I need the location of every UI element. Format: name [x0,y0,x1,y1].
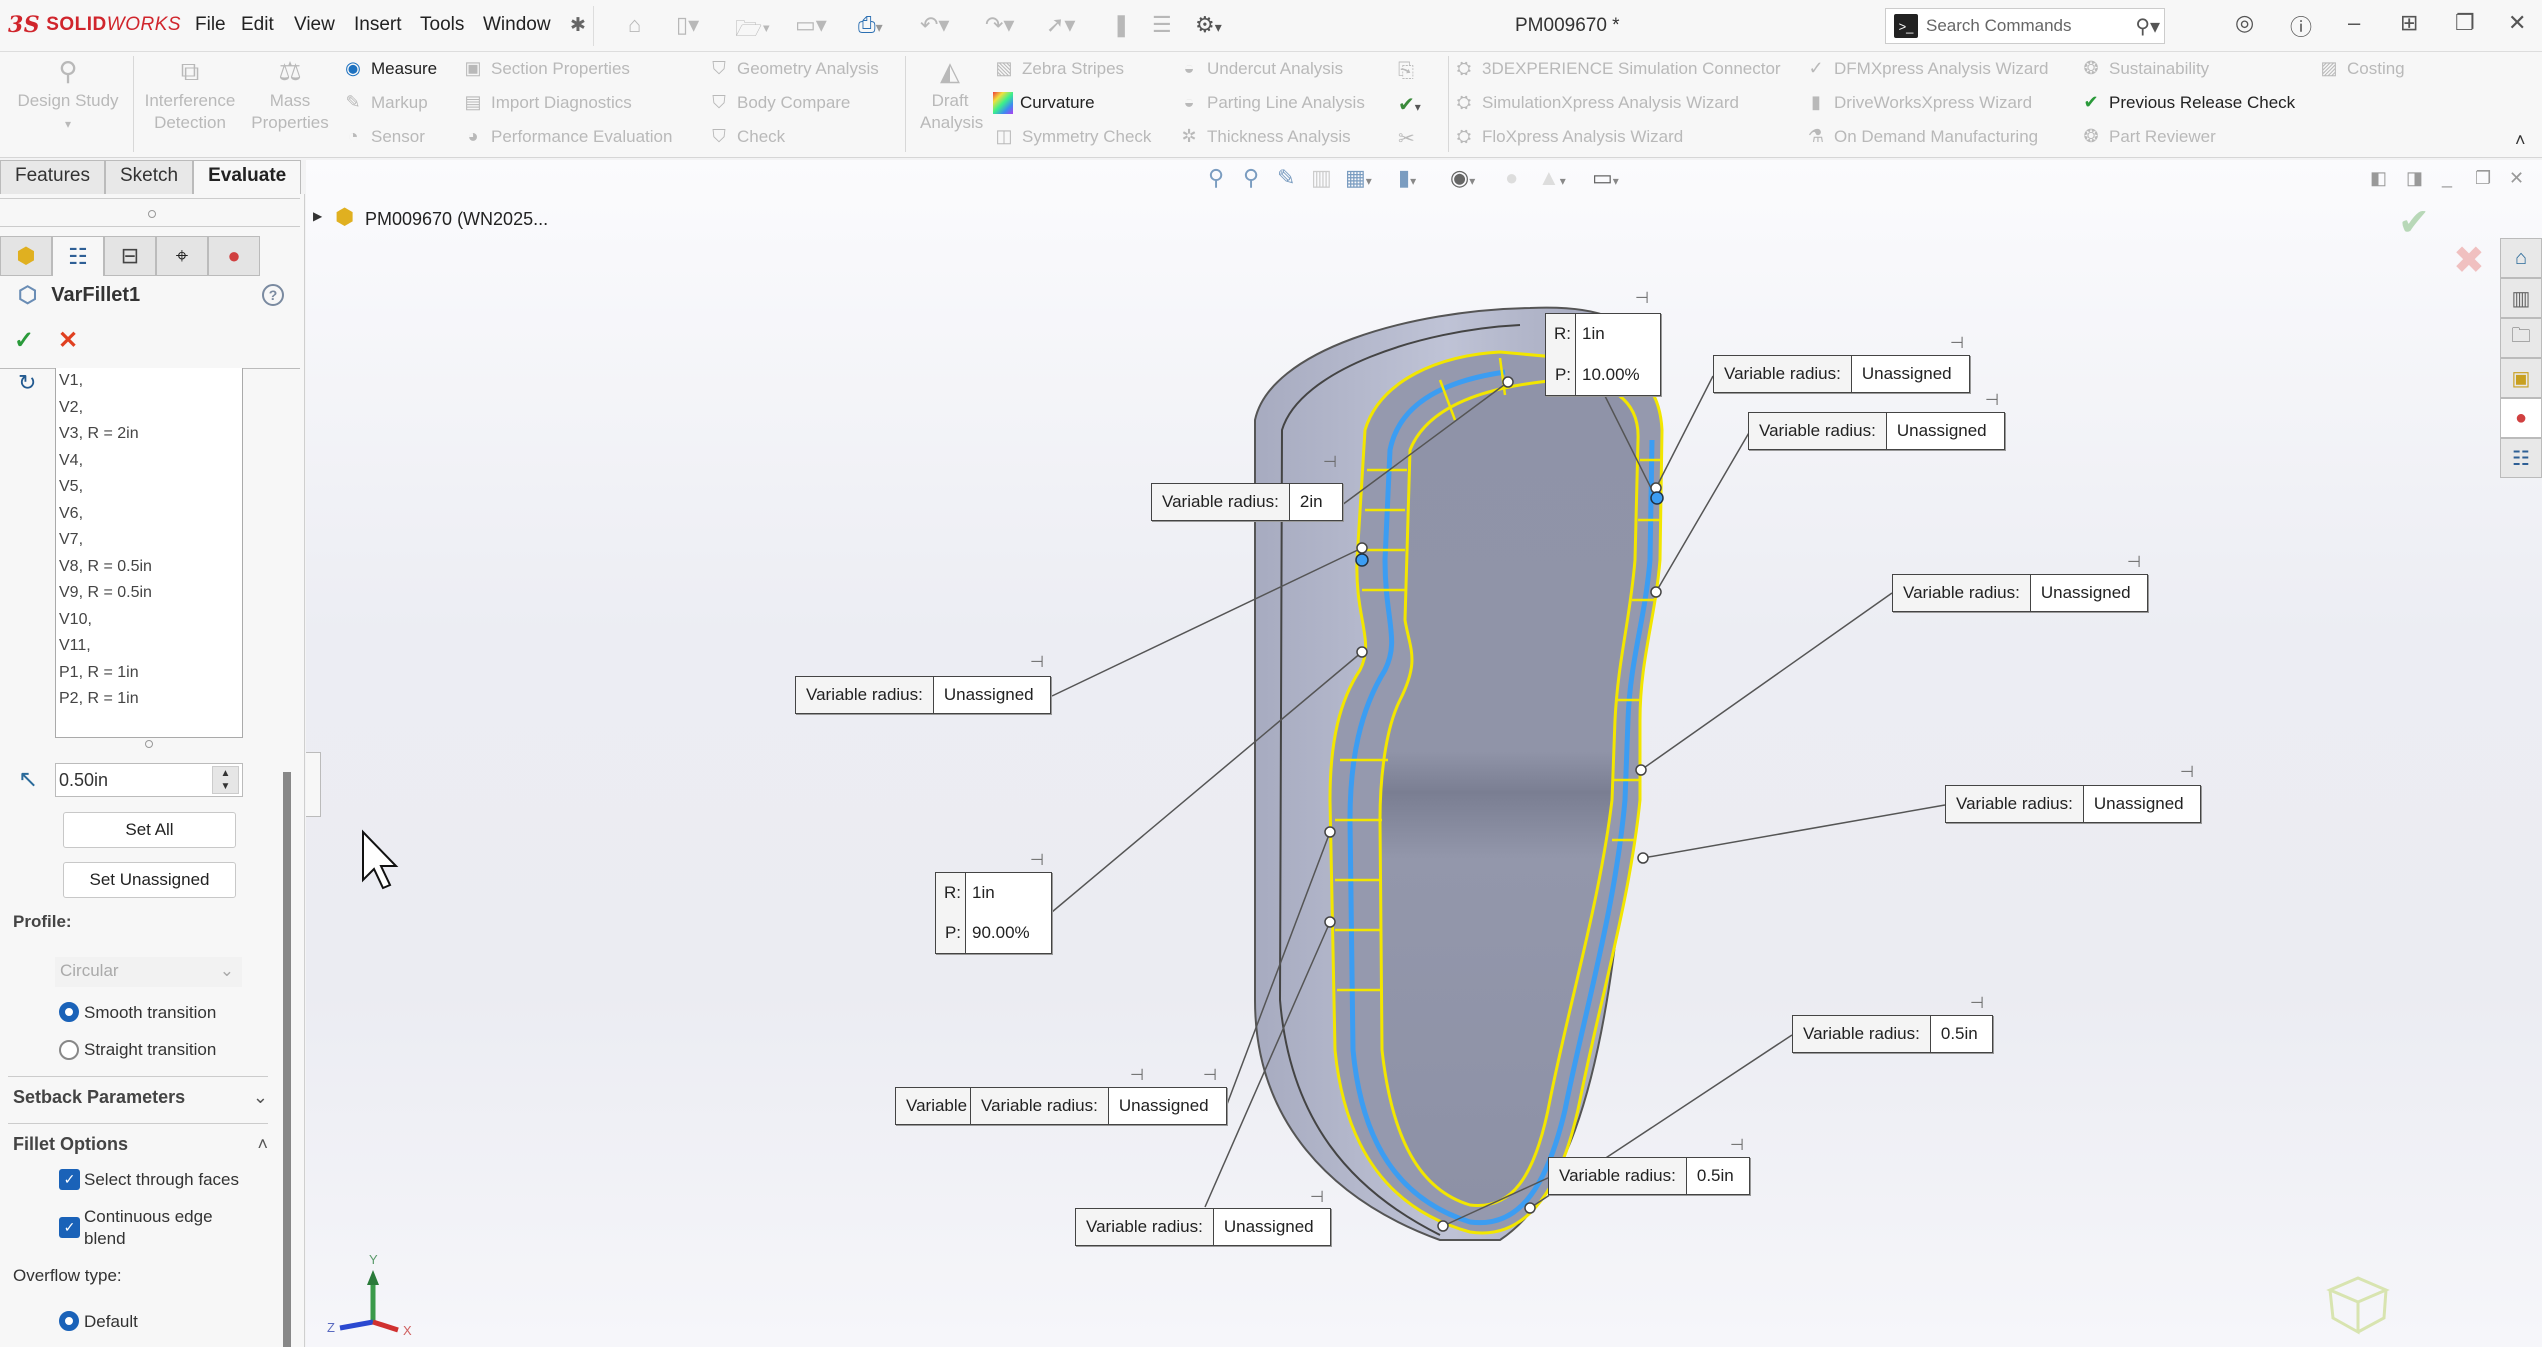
coordinate-triad [339,1270,399,1333]
pin-icon[interactable]: ⊣ [1323,452,1337,472]
pin-icon[interactable]: ⊣ [1203,1065,1217,1085]
view-cube-icon [2326,1276,2390,1335]
part-model[interactable]: Y Z X [0,0,2542,1347]
point-callout-p2[interactable]: R: P: 1in 90.00% [935,872,1052,954]
mouse-cursor-icon [362,829,399,890]
pin-icon[interactable]: ⊣ [1030,652,1044,672]
triad-x-label: X [403,1323,412,1338]
pin-icon[interactable]: ⊣ [2180,762,2194,782]
variable-radius-callout[interactable]: Variable radius: Unassigned [795,676,1051,714]
pin-icon[interactable]: ⊣ [1635,288,1649,308]
control-point-handle [1355,553,1369,567]
pin-icon[interactable]: ⊣ [1970,993,1984,1013]
variable-radius-callout-2in[interactable]: Variable radius: 2in [1151,483,1343,521]
pin-icon[interactable]: ⊣ [1030,850,1044,870]
point-callout-p1[interactable]: R: P: 1in 10.00% [1545,313,1661,396]
triad-z-label: Z [327,1320,335,1335]
pin-icon[interactable]: ⊣ [2127,552,2141,572]
variable-radius-callout[interactable]: Variable radius: Unassigned [970,1087,1227,1125]
variable-radius-callout[interactable]: Variable radius: Unassigned [1945,785,2201,823]
variable-radius-callout[interactable]: Variable radius: Unassigned [1748,412,2005,450]
variable-radius-callout[interactable]: Variable radius: Unassigned [1892,574,2148,612]
variable-radius-callout[interactable]: Variable radius: Unassigned [1713,355,1970,393]
control-point-handle [1650,491,1664,505]
pin-icon[interactable]: ⊣ [1950,333,1964,353]
variable-radius-callout[interactable]: Variable radius: Unassigned [1075,1208,1331,1246]
triad-y-label: Y [369,1252,378,1267]
variable-radius-callout-0.5in[interactable]: Variable radius: 0.5in [1548,1157,1750,1195]
variable-radius-callout-0.5in[interactable]: Variable radius: 0.5in [1792,1015,1993,1053]
pin-icon[interactable]: ⊣ [1310,1187,1324,1207]
pin-icon[interactable]: ⊣ [1730,1135,1744,1155]
part-top-face [1378,378,1640,1208]
pin-icon[interactable]: ⊣ [1130,1065,1144,1085]
variable-radius-callout-overlapped[interactable]: Variable [895,1087,978,1125]
pin-icon[interactable]: ⊣ [1985,390,1999,410]
